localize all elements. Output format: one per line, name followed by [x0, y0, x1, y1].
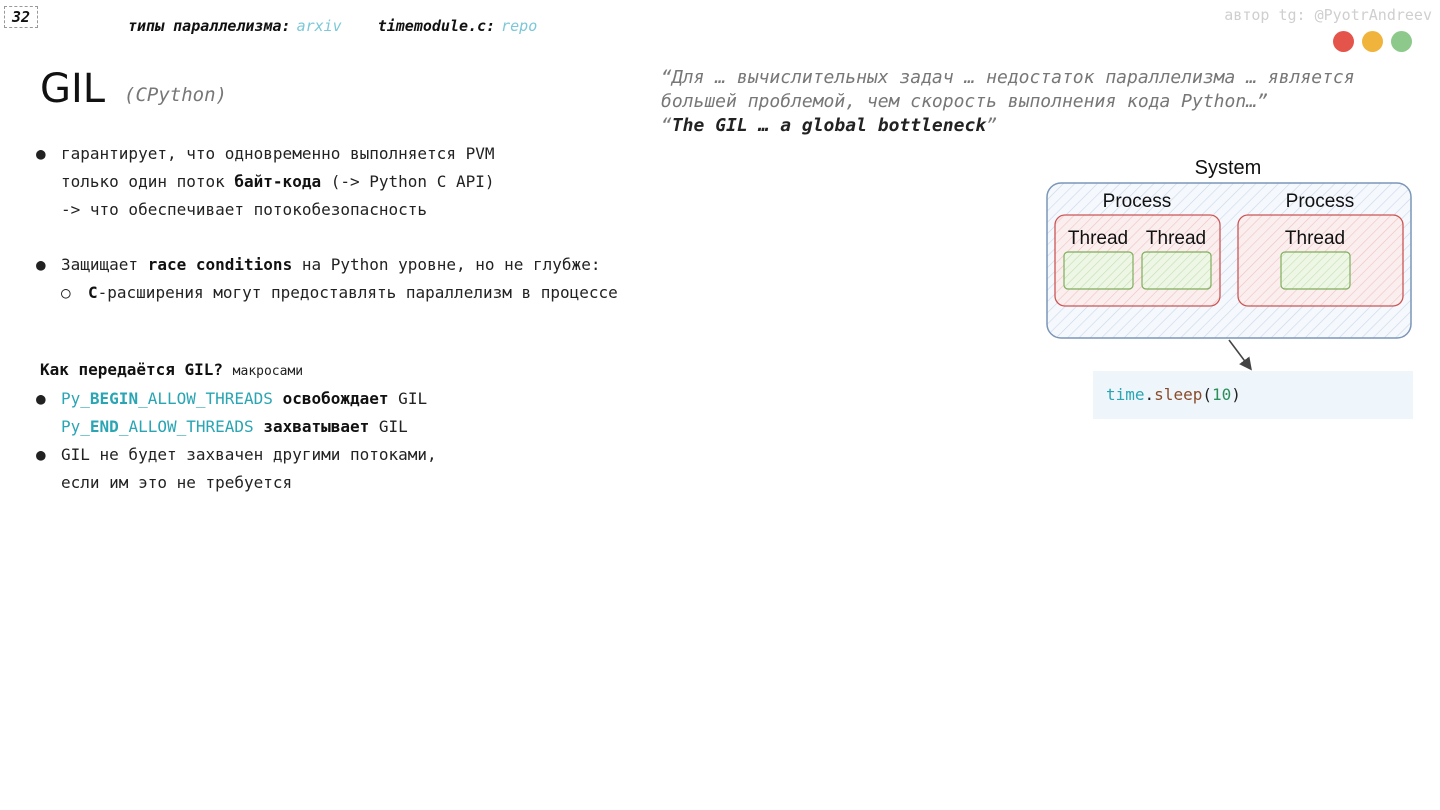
macro-suffix: _ALLOW_THREADS: [138, 389, 273, 408]
bullet-bold-text: race conditions: [147, 255, 293, 274]
quote-line-1: “Для … вычислительных задач … недостаток…: [661, 67, 1355, 88]
bullet-text: -расширения могут предоставлять параллел…: [97, 283, 618, 302]
yellow-dot-icon: [1362, 31, 1383, 52]
system-diagram: System Process Process Thread Thread Thr…: [1046, 157, 1412, 371]
thread-box-3: [1280, 251, 1351, 290]
process-label-1: Process: [1103, 191, 1172, 212]
bullet-dot-icon: ●: [36, 445, 46, 464]
system-label: System: [1195, 157, 1262, 179]
bullet-dot-icon: ●: [36, 255, 46, 274]
quote-close-mark: ”: [986, 115, 997, 136]
page-title: GIL: [40, 66, 106, 112]
thread-label-1: Thread: [1068, 228, 1128, 249]
bullet-gil-guarantee: ● гарантирует, что одновременно выполняе…: [36, 140, 495, 224]
sub-bullet-circle-icon: ○: [61, 283, 71, 302]
code-function: sleep: [1154, 385, 1203, 404]
link-label-timemodule: timemodule.c:: [377, 17, 496, 35]
bullet-line: если им это не требуется: [61, 473, 293, 492]
macro-action: захватывает: [263, 417, 370, 436]
quote-emphasis: The GIL … a global bottleneck: [671, 115, 987, 136]
bullet-dot-icon: ●: [36, 144, 46, 163]
section-heading-note: макросами: [232, 364, 304, 379]
arrow-icon: [1228, 339, 1252, 371]
bullet-gil-not-captured: ● GIL не будет захвачен другими потоками…: [36, 441, 437, 497]
macro-action: освобождает: [282, 389, 389, 408]
code-snippet: time.sleep(10): [1093, 371, 1413, 419]
macro-keyword: BEGIN: [89, 389, 139, 408]
macro-suffix: _ALLOW_THREADS: [118, 417, 254, 436]
bullet-bold-text: байт-кода: [234, 172, 322, 191]
thread-box-1: [1063, 251, 1134, 290]
quote-open-mark: “: [661, 115, 672, 136]
repo-link[interactable]: repo: [501, 17, 537, 35]
link-label-parallelism: типы параллелизма:: [128, 17, 291, 35]
thread-label-3: Thread: [1285, 228, 1345, 249]
bullet-text: (-> Python C API): [321, 172, 495, 191]
code-argument: 10: [1211, 385, 1232, 404]
code-paren-open: (: [1202, 385, 1212, 404]
bullet-race-conditions: ● Защищает race conditions на Python уро…: [36, 251, 618, 307]
thread-box-2: [1141, 251, 1212, 290]
bullet-text: на Python уровне, но не глубже:: [292, 255, 601, 274]
sub-bullet-c-extensions: ○ C-расширения могут предоставлять паралл…: [61, 279, 618, 307]
author-credit: автор tg: @PyotrAndreev: [1224, 6, 1432, 24]
bullet-text: Защищает: [61, 255, 148, 274]
thread-label-2: Thread: [1146, 228, 1206, 249]
bullet-macros: ● Py_BEGIN_ALLOW_THREADS освобождает GIL…: [36, 385, 428, 441]
quote-line-2: большей проблемой, чем скорость выполнен…: [661, 91, 1268, 112]
red-dot-icon: [1333, 31, 1354, 52]
bullet-line: GIL не будет захвачен другими потоками,: [61, 445, 437, 464]
code-dot: .: [1144, 385, 1155, 404]
bullet-dot-icon: ●: [36, 389, 46, 408]
bullet-text: GIL: [369, 417, 408, 436]
macro-prefix: Py_: [61, 417, 90, 436]
code-paren-close: ): [1231, 385, 1241, 404]
page-number: 32: [4, 6, 38, 28]
green-dot-icon: [1391, 31, 1412, 52]
process-label-2: Process: [1286, 191, 1355, 212]
section-heading: Как передаётся GIL? макросами: [40, 360, 303, 379]
macro-keyword: END: [89, 417, 119, 436]
macro-prefix: Py_: [61, 389, 90, 408]
section-heading-text: Как передаётся GIL?: [40, 360, 224, 379]
code-module: time: [1106, 385, 1145, 404]
top-links: типы параллелизма: arxiv timemodule.c: repo: [128, 17, 573, 35]
bullet-text: GIL: [388, 389, 428, 408]
quote-block: “Для … вычислительных задач … недостаток…: [661, 66, 1413, 138]
arxiv-link[interactable]: arxiv: [297, 17, 342, 35]
bullet-bold-text: C: [88, 283, 98, 302]
bullet-line: гарантирует, что одновременно выполняетс…: [61, 144, 495, 163]
page-subtitle: (CPython): [124, 84, 227, 106]
bullet-line: -> что обеспечивает потокобезопасность: [61, 200, 428, 219]
bullet-text: только один поток: [61, 172, 235, 191]
